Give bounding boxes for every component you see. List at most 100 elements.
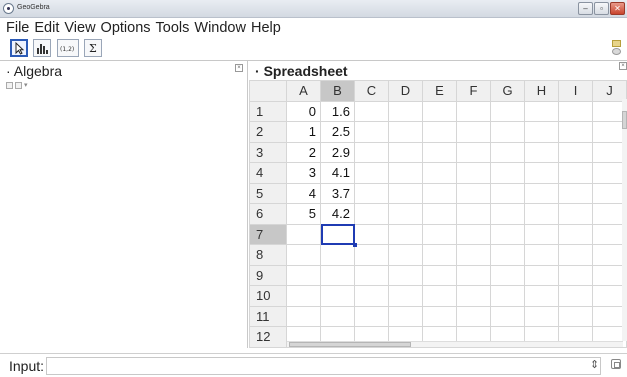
- cell-a9[interactable]: [286, 264, 321, 286]
- cell-i3[interactable]: [558, 141, 593, 163]
- cell-e5[interactable]: [422, 182, 457, 204]
- column-header-e[interactable]: E: [422, 80, 457, 102]
- cell-h5[interactable]: [524, 182, 559, 204]
- input-field[interactable]: [46, 357, 601, 375]
- cell-b4[interactable]: 4.1: [320, 162, 355, 184]
- cell-a2[interactable]: 1: [286, 121, 321, 143]
- cell-b10[interactable]: [320, 285, 355, 307]
- menu-file[interactable]: File: [6, 18, 29, 38]
- column-header-j[interactable]: J: [592, 80, 627, 102]
- cell-c6[interactable]: [354, 203, 389, 225]
- maximize-button[interactable]: ▫: [594, 2, 609, 15]
- cell-a8[interactable]: [286, 244, 321, 266]
- cell-a4[interactable]: 3: [286, 162, 321, 184]
- cell-c10[interactable]: [354, 285, 389, 307]
- cell-i7[interactable]: [558, 223, 593, 245]
- cell-c2[interactable]: [354, 121, 389, 143]
- menu-edit[interactable]: Edit: [34, 18, 59, 38]
- cell-i11[interactable]: [558, 305, 593, 327]
- column-header-i[interactable]: I: [558, 80, 593, 102]
- cell-c5[interactable]: [354, 182, 389, 204]
- horizontal-scroll-thumb[interactable]: [289, 342, 411, 347]
- cell-c7[interactable]: [354, 223, 389, 245]
- cell-e2[interactable]: [422, 121, 457, 143]
- sum-tool-button[interactable]: Σ: [84, 39, 102, 57]
- cell-c4[interactable]: [354, 162, 389, 184]
- cell-i9[interactable]: [558, 264, 593, 286]
- cell-f1[interactable]: [456, 100, 491, 122]
- algebra-sort-icon[interactable]: [15, 82, 22, 89]
- cell-h6[interactable]: [524, 203, 559, 225]
- cell-f9[interactable]: [456, 264, 491, 286]
- row-header-4[interactable]: 4: [249, 162, 287, 184]
- row-header-6[interactable]: 6: [249, 203, 287, 225]
- help-icon[interactable]: [612, 48, 621, 55]
- cell-c9[interactable]: [354, 264, 389, 286]
- cell-h11[interactable]: [524, 305, 559, 327]
- vertical-scrollbar[interactable]: [622, 99, 627, 341]
- cell-a10[interactable]: [286, 285, 321, 307]
- cell-e1[interactable]: [422, 100, 457, 122]
- cell-a3[interactable]: 2: [286, 141, 321, 163]
- cell-f3[interactable]: [456, 141, 491, 163]
- menu-window[interactable]: Window: [194, 18, 246, 38]
- cell-f7[interactable]: [456, 223, 491, 245]
- cell-a1[interactable]: 0: [286, 100, 321, 122]
- cell-i2[interactable]: [558, 121, 593, 143]
- menu-tools[interactable]: Tools: [156, 18, 190, 38]
- cell-d3[interactable]: [388, 141, 423, 163]
- cell-b5[interactable]: 3.7: [320, 182, 355, 204]
- menu-view[interactable]: View: [64, 18, 95, 38]
- cell-f10[interactable]: [456, 285, 491, 307]
- cell-d4[interactable]: [388, 162, 423, 184]
- row-header-10[interactable]: 10: [249, 285, 287, 307]
- row-header-11[interactable]: 11: [249, 305, 287, 327]
- grid-corner[interactable]: [249, 80, 287, 102]
- cell-h4[interactable]: [524, 162, 559, 184]
- cell-f4[interactable]: [456, 162, 491, 184]
- cell-d7[interactable]: [388, 223, 423, 245]
- cell-h3[interactable]: [524, 141, 559, 163]
- cell-d1[interactable]: [388, 100, 423, 122]
- cell-h7[interactable]: [524, 223, 559, 245]
- row-header-12[interactable]: 12: [249, 326, 287, 348]
- column-header-c[interactable]: C: [354, 80, 389, 102]
- cell-g8[interactable]: [490, 244, 525, 266]
- cell-e4[interactable]: [422, 162, 457, 184]
- row-header-1[interactable]: 1: [249, 100, 287, 122]
- cell-b6[interactable]: 4.2: [320, 203, 355, 225]
- column-header-g[interactable]: G: [490, 80, 525, 102]
- cell-h1[interactable]: [524, 100, 559, 122]
- cell-g11[interactable]: [490, 305, 525, 327]
- cell-d10[interactable]: [388, 285, 423, 307]
- cell-c8[interactable]: [354, 244, 389, 266]
- menu-help[interactable]: Help: [251, 18, 281, 38]
- cell-a5[interactable]: 4: [286, 182, 321, 204]
- cell-b11[interactable]: [320, 305, 355, 327]
- cell-a7[interactable]: [286, 223, 321, 245]
- cell-f11[interactable]: [456, 305, 491, 327]
- cell-e9[interactable]: [422, 264, 457, 286]
- move-tool-button[interactable]: [10, 39, 28, 57]
- cell-d5[interactable]: [388, 182, 423, 204]
- folder-icon[interactable]: [612, 40, 621, 47]
- cell-g7[interactable]: [490, 223, 525, 245]
- cell-b2[interactable]: 2.5: [320, 121, 355, 143]
- column-header-d[interactable]: D: [388, 80, 423, 102]
- cell-f2[interactable]: [456, 121, 491, 143]
- cell-d8[interactable]: [388, 244, 423, 266]
- row-header-8[interactable]: 8: [249, 244, 287, 266]
- cell-a6[interactable]: 5: [286, 203, 321, 225]
- cell-c1[interactable]: [354, 100, 389, 122]
- menu-options[interactable]: Options: [101, 18, 151, 38]
- cell-e8[interactable]: [422, 244, 457, 266]
- cell-c11[interactable]: [354, 305, 389, 327]
- input-history-icon[interactable]: ⇕: [590, 358, 599, 371]
- point-list-tool-button[interactable]: (1,2): [57, 39, 79, 57]
- cell-e11[interactable]: [422, 305, 457, 327]
- cell-c3[interactable]: [354, 141, 389, 163]
- cell-i8[interactable]: [558, 244, 593, 266]
- cell-f8[interactable]: [456, 244, 491, 266]
- column-header-h[interactable]: H: [524, 80, 559, 102]
- algebra-close-icon[interactable]: ×: [235, 64, 243, 72]
